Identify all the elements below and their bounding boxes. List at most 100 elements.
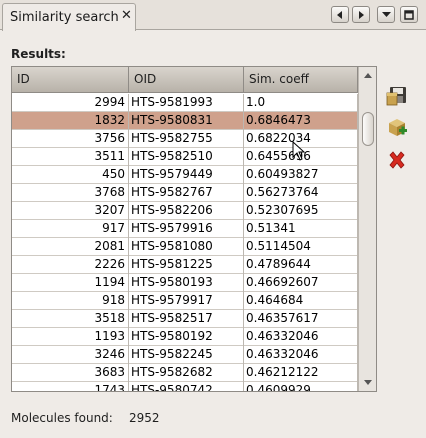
table-row[interactable]: 2081 HTS-9581080 0.5114504 <box>12 238 358 256</box>
cell-sim-coeff: 0.46332046 <box>244 328 358 346</box>
table-row[interactable]: 1194 HTS-9580193 0.46692607 <box>12 274 358 292</box>
cell-id: 3518 <box>12 310 129 328</box>
cell-id: 3246 <box>12 346 129 364</box>
table-row[interactable]: 1832 HTS-9580831 0.6846473 <box>12 112 358 130</box>
cell-sim-coeff: 0.46357617 <box>244 310 358 328</box>
cell-oid: HTS-9580742 <box>129 382 244 391</box>
table-row[interactable]: 917 HTS-9579916 0.51341 <box>12 220 358 238</box>
table-row[interactable]: 918 HTS-9579917 0.464684 <box>12 292 358 310</box>
arrow-right-icon <box>359 10 364 19</box>
cell-oid: HTS-9582245 <box>129 346 244 364</box>
cell-oid: HTS-9582517 <box>129 310 244 328</box>
cell-oid: HTS-9579449 <box>129 166 244 184</box>
cell-id: 3207 <box>12 202 129 220</box>
cell-oid: HTS-9582682 <box>129 364 244 382</box>
similarity-search-window: Similarity search ✕ Results: ID OID Sim.… <box>0 0 426 438</box>
scroll-down-button[interactable] <box>359 375 376 391</box>
cell-oid: HTS-9582510 <box>129 148 244 166</box>
red-x-icon <box>389 151 405 169</box>
cell-sim-coeff: 0.56273764 <box>244 184 358 202</box>
table-body: 2994 HTS-9581993 1.0 1832 HTS-9580831 0.68464… <box>12 94 358 391</box>
scroll-up-button[interactable] <box>359 67 376 83</box>
table-row[interactable]: 450 HTS-9579449 0.60493827 <box>12 166 358 184</box>
arrow-left-icon <box>337 10 342 19</box>
maximize-button[interactable] <box>400 6 418 23</box>
table-row[interactable]: 3207 HTS-9582206 0.52307695 <box>12 202 358 220</box>
cell-id: 917 <box>12 220 129 238</box>
table-row[interactable]: 3683 HTS-9582682 0.46212122 <box>12 364 358 382</box>
table-row[interactable]: 3756 HTS-9582755 0.6822034 <box>12 130 358 148</box>
tab-similarity-search[interactable]: Similarity search ✕ <box>2 3 136 31</box>
cell-sim-coeff: 0.6846473 <box>244 112 358 130</box>
cell-oid: HTS-9581993 <box>129 94 244 112</box>
delete-button[interactable] <box>385 148 409 172</box>
cell-oid: HTS-9579917 <box>129 292 244 310</box>
cell-sim-coeff: 0.51341 <box>244 220 358 238</box>
close-icon[interactable]: ✕ <box>121 8 132 23</box>
floppy-save-icon <box>386 87 406 106</box>
cell-sim-coeff: 0.46212122 <box>244 364 358 382</box>
table-row[interactable]: 1743 HTS-9580742 0.4609929 <box>12 382 358 391</box>
cell-id: 3768 <box>12 184 129 202</box>
maximize-icon <box>404 9 414 20</box>
cell-id: 2081 <box>12 238 129 256</box>
cell-sim-coeff: 0.46332046 <box>244 346 358 364</box>
cell-oid: HTS-9580192 <box>129 328 244 346</box>
cell-oid: HTS-9581225 <box>129 256 244 274</box>
save-button[interactable] <box>385 84 409 108</box>
table-row[interactable]: 3518 HTS-9582517 0.46357617 <box>12 310 358 328</box>
tab-list-icon <box>381 12 391 17</box>
cell-sim-coeff: 0.4789644 <box>244 256 358 274</box>
mouse-pointer-icon <box>292 141 306 161</box>
column-header-sim-coeff[interactable]: Sim. coeff <box>244 67 358 93</box>
table-row[interactable]: 3511 HTS-9582510 0.6455696 <box>12 148 358 166</box>
cell-sim-coeff: 0.52307695 <box>244 202 358 220</box>
cell-id: 3511 <box>12 148 129 166</box>
cell-oid: HTS-9580193 <box>129 274 244 292</box>
cell-id: 1832 <box>12 112 129 130</box>
table-row[interactable]: 3246 HTS-9582245 0.46332046 <box>12 346 358 364</box>
scrollbar-thumb[interactable] <box>362 112 374 146</box>
tab-strip: Similarity search ✕ <box>0 0 426 31</box>
tab-title: Similarity search <box>10 10 119 25</box>
column-header-id[interactable]: ID <box>12 67 129 93</box>
cell-oid: HTS-9579916 <box>129 220 244 238</box>
cell-id: 1194 <box>12 274 129 292</box>
cell-id: 3756 <box>12 130 129 148</box>
chevron-down-icon <box>364 380 372 385</box>
cell-sim-coeff: 0.4609929 <box>244 382 358 391</box>
cell-sim-coeff: 0.60493827 <box>244 166 358 184</box>
cell-sim-coeff: 1.0 <box>244 94 358 112</box>
cell-id: 1193 <box>12 328 129 346</box>
scroll-tabs-left-button[interactable] <box>331 6 349 23</box>
cell-sim-coeff: 0.46692607 <box>244 274 358 292</box>
molecules-found-value: 2952 <box>129 411 160 425</box>
cell-oid: HTS-9582755 <box>129 130 244 148</box>
cell-oid: HTS-9582767 <box>129 184 244 202</box>
table-row[interactable]: 1193 HTS-9580192 0.46332046 <box>12 328 358 346</box>
cell-id: 450 <box>12 166 129 184</box>
cell-id: 3683 <box>12 364 129 382</box>
cell-oid: HTS-9580831 <box>129 112 244 130</box>
tab-list-button[interactable] <box>377 6 395 23</box>
cell-id: 2994 <box>12 94 129 112</box>
cell-id: 918 <box>12 292 129 310</box>
scroll-tabs-right-button[interactable] <box>352 6 370 23</box>
cell-oid: HTS-9581080 <box>129 238 244 256</box>
cell-sim-coeff: 0.464684 <box>244 292 358 310</box>
table-row[interactable]: 2226 HTS-9581225 0.4789644 <box>12 256 358 274</box>
cell-oid: HTS-9582206 <box>129 202 244 220</box>
results-label: Results: <box>11 47 66 61</box>
results-table: ID OID Sim. coeff 2994 HTS-9581993 1.0 1832… <box>11 66 377 392</box>
table-row[interactable]: 3768 HTS-9582767 0.56273764 <box>12 184 358 202</box>
cell-sim-coeff: 0.5114504 <box>244 238 358 256</box>
export-button[interactable] <box>385 115 409 139</box>
cell-id: 2226 <box>12 256 129 274</box>
vertical-scrollbar[interactable] <box>358 67 376 391</box>
molecules-found-label: Molecules found: <box>11 411 113 425</box>
table-row[interactable]: 2994 HTS-9581993 1.0 <box>12 94 358 112</box>
table-header: ID OID Sim. coeff <box>12 67 358 93</box>
column-header-oid[interactable]: OID <box>129 67 244 93</box>
cell-id: 1743 <box>12 382 129 391</box>
chevron-up-icon <box>364 73 372 78</box>
